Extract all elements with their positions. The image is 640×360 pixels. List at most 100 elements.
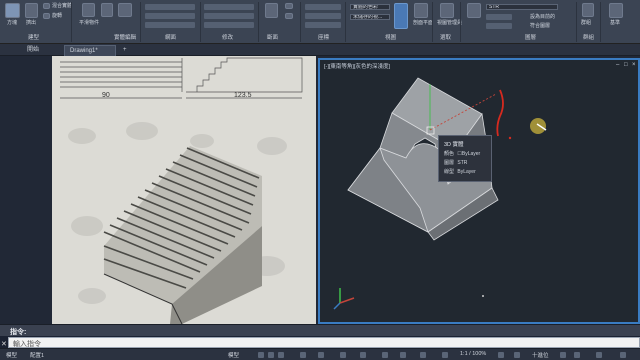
- extrude-icon[interactable]: [25, 3, 38, 18]
- ucs-tools-row[interactable]: [305, 22, 341, 28]
- match-layer-label[interactable]: 符合圖層: [530, 23, 550, 29]
- modeling-group-title[interactable]: 建型: [28, 33, 39, 41]
- layer-select-value: STR: [489, 5, 499, 10]
- annotation-scale[interactable]: 1:1 / 100%: [460, 351, 486, 357]
- divider: [71, 2, 72, 42]
- file-tab-bar: 開始 Drawing1* +: [0, 44, 640, 56]
- dimension-label-right: 123.5: [234, 92, 252, 99]
- groups-group-title[interactable]: 群組: [583, 33, 594, 41]
- box-button-label[interactable]: 方塊: [7, 20, 17, 26]
- command-title: 指令:: [10, 329, 27, 336]
- divider: [300, 2, 301, 42]
- ucs-tools-row[interactable]: [305, 13, 341, 19]
- isolate-icon[interactable]: [560, 352, 566, 358]
- model-space-label[interactable]: 模型: [228, 351, 239, 359]
- visual-style-value: 實體的色彩: [353, 5, 379, 10]
- set-current-label[interactable]: 設為目前的: [530, 14, 555, 20]
- divider: [600, 2, 601, 42]
- lineweight-icon[interactable]: [360, 352, 366, 358]
- workspace-icon[interactable]: [498, 352, 504, 358]
- mesh-group-title[interactable]: 網面: [165, 33, 176, 41]
- workspace-gear-icon[interactable]: [442, 352, 448, 358]
- layer-tools-row[interactable]: [486, 23, 512, 29]
- solid-edit-group-title[interactable]: 實體編輯: [114, 33, 136, 41]
- view-group-title[interactable]: 視圖: [385, 33, 396, 41]
- view-manager-icon[interactable]: [440, 3, 454, 18]
- divider: [576, 2, 577, 42]
- modify-tools-row[interactable]: [204, 4, 254, 10]
- view-state-select[interactable]: 未儲存的視...: [350, 14, 390, 20]
- layout-tab-layout1[interactable]: 配置1: [30, 351, 44, 359]
- smooth-object-label[interactable]: 平滑物件: [79, 20, 99, 26]
- visual-style-select[interactable]: 實體的色彩: [350, 4, 390, 10]
- drawing-workspace[interactable]: 90 123.5 [-][東南等角][灰色的深淺度] – □ ×: [0, 56, 640, 324]
- mesh-tool-icon[interactable]: [101, 3, 113, 17]
- annotation-icon[interactable]: [420, 352, 426, 358]
- view-manager-label[interactable]: 視圖管理員: [437, 20, 462, 26]
- modify-tools-row[interactable]: [204, 22, 254, 28]
- smooth-object-icon[interactable]: [82, 3, 95, 17]
- layer-tools-row[interactable]: [486, 14, 512, 20]
- section-icon[interactable]: [285, 13, 293, 19]
- otrack-icon[interactable]: [340, 352, 346, 358]
- group-button-label[interactable]: 群組: [581, 20, 591, 26]
- layer-properties-icon[interactable]: [467, 3, 481, 18]
- section-plane-icon[interactable]: [265, 3, 278, 18]
- clean-screen-icon[interactable]: [596, 352, 602, 358]
- model-viewport[interactable]: [-][東南等角][灰色的深淺度] – □ ×: [318, 58, 640, 324]
- ortho-icon[interactable]: [278, 352, 284, 358]
- move-view-icon[interactable]: [394, 3, 408, 29]
- revolve-button-label[interactable]: 旋轉: [52, 13, 62, 19]
- mesh-tools-row[interactable]: [145, 13, 195, 19]
- divider: [460, 2, 461, 42]
- base-view-icon[interactable]: [609, 3, 623, 18]
- extrude-button-label[interactable]: 擠出: [26, 20, 36, 26]
- object-properties-tooltip: 3D 實體 顏色 ☐ByLayer 圖層 STR 線型 ByLayer: [438, 135, 492, 182]
- mesh-tools-row[interactable]: [145, 4, 195, 10]
- loft-button-label[interactable]: 混合實體: [52, 3, 72, 9]
- red-dot: [508, 136, 512, 140]
- ucs-tools-row[interactable]: [305, 4, 341, 10]
- section-group-title[interactable]: 斷面: [267, 33, 278, 41]
- layout-tab-model[interactable]: 模型: [6, 351, 17, 359]
- layers-group-title[interactable]: 圖層: [525, 33, 536, 41]
- modify-group-title[interactable]: 修改: [222, 33, 233, 41]
- group-icon[interactable]: [582, 3, 594, 17]
- modify-tools-row[interactable]: [204, 13, 254, 19]
- tooltip-layer-row: 圖層 STR: [444, 160, 468, 166]
- mesh-tools-row[interactable]: [145, 22, 195, 28]
- command-input[interactable]: 輸入指令: [8, 337, 640, 348]
- osnap-icon[interactable]: [318, 352, 324, 358]
- loft-icon[interactable]: [43, 3, 50, 9]
- transparency-icon[interactable]: [382, 352, 388, 358]
- revolve-icon[interactable]: [43, 13, 50, 19]
- command-history: 指令:: [0, 324, 640, 336]
- view-button-label[interactable]: 剖面平面: [413, 20, 433, 26]
- tab-drawing1[interactable]: Drawing1*: [64, 45, 116, 56]
- tab-start[interactable]: 開始: [22, 45, 44, 56]
- coordinates-group-title[interactable]: 座標: [318, 33, 329, 41]
- close-icon[interactable]: ✕: [1, 340, 7, 348]
- units-decimal[interactable]: 十進位: [532, 351, 549, 359]
- hardware-acceleration-icon[interactable]: [574, 352, 580, 358]
- new-tab-button[interactable]: +: [118, 45, 132, 56]
- box-icon[interactable]: [5, 3, 20, 18]
- divider: [258, 2, 259, 42]
- dimension-label-left: 90: [102, 92, 110, 99]
- selection-group-title[interactable]: 選取: [440, 33, 451, 41]
- base-view-label[interactable]: 基準: [610, 20, 620, 26]
- section-plane-view-icon[interactable]: [414, 3, 428, 18]
- grid-icon[interactable]: [258, 352, 264, 358]
- divider: [140, 2, 141, 42]
- customization-icon[interactable]: [620, 352, 626, 358]
- polar-icon[interactable]: [300, 352, 306, 358]
- section-icon[interactable]: [285, 3, 293, 9]
- selection-cycling-icon[interactable]: [400, 352, 406, 358]
- reference-photo: 90 123.5: [52, 56, 316, 324]
- ucs-icon: [339, 297, 355, 304]
- ribbon: 方塊 擠出 混合實體 旋轉 建型 平滑物件 實體編輯 網面 修改 斷面 座標 實…: [0, 0, 640, 44]
- layer-select[interactable]: STR: [486, 4, 558, 10]
- plus-icon[interactable]: [514, 352, 520, 358]
- snap-icon[interactable]: [268, 352, 274, 358]
- solid-edit-icon[interactable]: [118, 3, 132, 17]
